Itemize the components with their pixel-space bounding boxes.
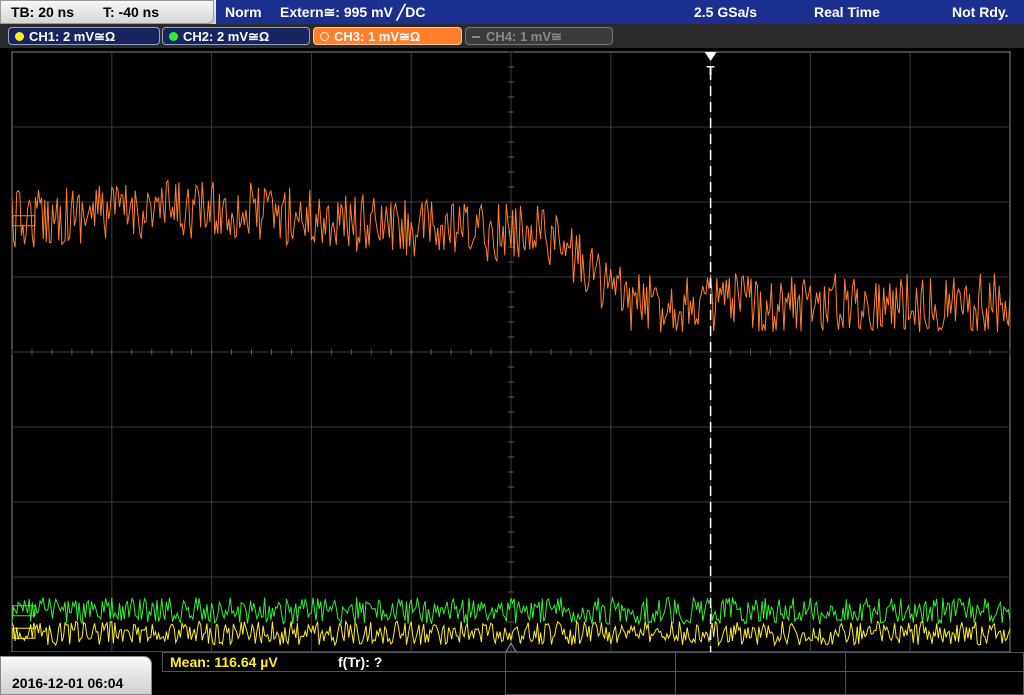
ch3-label: CH3: 1 mV≅Ω (334, 29, 421, 44)
trigger-mode[interactable]: Norm (225, 4, 262, 20)
measurement-cell-7[interactable] (845, 671, 1024, 695)
measurement-cell-2[interactable] (505, 652, 676, 672)
channel-tab-ch2[interactable]: CH2: 2 mV≅Ω (162, 27, 310, 45)
measurement-cell-3[interactable] (675, 652, 846, 672)
status-bar: TB: 20 ns T: -40 ns Norm Extern≅: 995 mV… (0, 0, 1024, 24)
timebase-value[interactable]: TB: 20 ns (11, 4, 74, 20)
datetime-panel: 2016-12-01 06:04 (0, 656, 152, 695)
measurement-cell-4[interactable] (845, 652, 1024, 672)
trigger-frequency-measurement[interactable]: f(Tr): ? (338, 654, 382, 670)
datetime-label: 2016-12-01 06:04 (12, 675, 124, 691)
waveform-display[interactable]: T (0, 48, 1024, 652)
measurement-cell-6[interactable] (675, 671, 846, 695)
run-state[interactable]: Not Rdy. (952, 4, 1009, 20)
sample-rate[interactable]: 2.5 GSa/s (694, 4, 757, 20)
acquisition-panel: Norm Extern≅: 995 mV ╱DC 2.5 GSa/s Real … (216, 0, 1024, 24)
trigger-source[interactable]: Extern≅: 995 mV ╱DC (280, 4, 425, 21)
ch4-label: CH4: 1 mV≅ (486, 29, 562, 44)
channel-tab-ch3[interactable]: CH3: 1 mV≅Ω (313, 27, 462, 45)
channel-bar: CH1: 2 mV≅Ω CH2: 2 mV≅Ω CH3: 1 mV≅Ω CH4:… (0, 24, 1024, 48)
ch1-color-dot (15, 32, 24, 41)
trigger-time-value[interactable]: T: -40 ns (103, 4, 159, 20)
trigger-marker-label: T (707, 63, 715, 78)
ch1-label: CH1: 2 mV≅Ω (29, 29, 116, 44)
ch3-color-dot (320, 32, 329, 41)
channel-tab-ch1[interactable]: CH1: 2 mV≅Ω (8, 27, 160, 45)
acquisition-mode[interactable]: Real Time (814, 4, 880, 20)
ch4-off-icon (472, 36, 480, 38)
measurement-panel: Mean: 116.64 µV f(Tr): ? (162, 652, 1024, 695)
ch2-label: CH2: 2 mV≅Ω (183, 29, 270, 44)
measurement-cell-5[interactable] (505, 671, 676, 695)
ch2-color-dot (169, 32, 178, 41)
channel-tab-ch4[interactable]: CH4: 1 mV≅ (465, 27, 613, 45)
mean-measurement[interactable]: Mean: 116.64 µV (170, 654, 278, 670)
timebase-panel[interactable]: TB: 20 ns T: -40 ns (0, 0, 214, 24)
